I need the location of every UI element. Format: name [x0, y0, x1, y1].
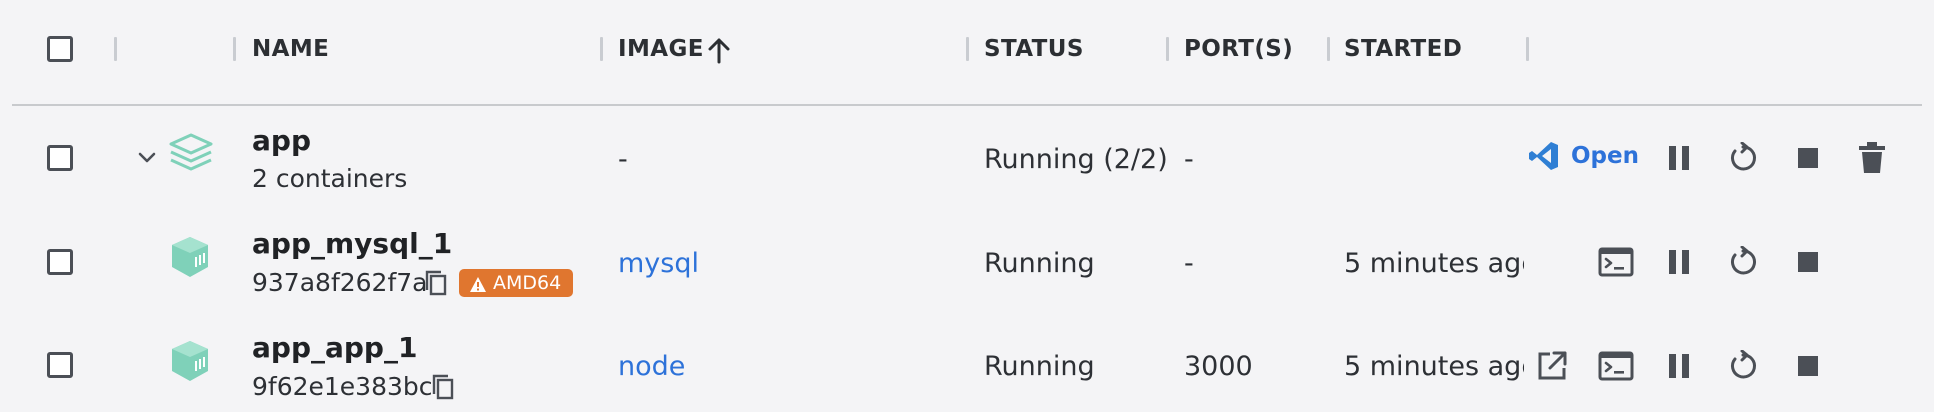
pause-icon[interactable] — [1659, 242, 1699, 282]
arch-warning-badge: AMD64 — [459, 269, 574, 297]
container-name[interactable]: app_mysql_1 — [252, 227, 452, 260]
stop-icon[interactable] — [1788, 242, 1828, 282]
column-header-name[interactable]: NAME — [252, 36, 329, 62]
container-count: 2 containers — [252, 164, 408, 193]
column-header-status[interactable]: STATUS — [984, 36, 1084, 62]
column-separator[interactable] — [233, 37, 236, 61]
pause-icon[interactable] — [1659, 346, 1699, 386]
pause-icon[interactable] — [1659, 138, 1699, 178]
restart-icon[interactable] — [1723, 346, 1763, 386]
column-separator[interactable] — [114, 37, 117, 61]
vscode-icon — [1527, 139, 1561, 173]
copy-icon[interactable] — [431, 374, 455, 402]
copy-icon[interactable] — [424, 270, 448, 298]
row-checkbox[interactable] — [47, 249, 73, 275]
select-all-checkbox[interactable] — [47, 36, 73, 62]
trash-icon[interactable] — [1852, 138, 1892, 178]
status-cell: Running (2/2) — [984, 144, 1168, 175]
column-header-ports[interactable]: PORT(S) — [1184, 36, 1293, 62]
column-separator[interactable] — [1526, 37, 1529, 61]
warning-icon — [469, 274, 487, 292]
image-link[interactable]: node — [618, 351, 685, 382]
column-separator[interactable] — [600, 37, 603, 61]
status-cell: Running — [984, 351, 1095, 382]
terminal-icon[interactable] — [1596, 346, 1636, 386]
column-header-image[interactable]: IMAGE — [618, 36, 704, 62]
started-cell: 5 minutes agc — [1344, 351, 1524, 382]
terminal-icon[interactable] — [1596, 242, 1636, 282]
header-divider — [12, 104, 1922, 106]
ports-cell: - — [1184, 248, 1194, 279]
container-icon — [168, 235, 212, 279]
row-checkbox[interactable] — [47, 352, 73, 378]
container-icon — [168, 339, 212, 383]
stop-icon[interactable] — [1788, 346, 1828, 386]
status-cell: Running — [984, 248, 1095, 279]
container-name[interactable]: app_app_1 — [252, 331, 417, 364]
restart-icon[interactable] — [1723, 242, 1763, 282]
ports-cell[interactable]: 3000 — [1184, 351, 1253, 382]
chevron-down-icon[interactable] — [137, 150, 157, 166]
container-name[interactable]: app — [252, 124, 311, 157]
column-header-started[interactable]: STARTED — [1344, 36, 1462, 62]
open-in-vscode-button[interactable]: Open — [1527, 139, 1639, 173]
ports-cell: - — [1184, 144, 1194, 175]
image-cell: - — [618, 144, 628, 175]
column-separator[interactable] — [1166, 37, 1169, 61]
external-link-icon[interactable] — [1532, 346, 1572, 386]
badge-label: AMD64 — [493, 272, 562, 294]
open-label: Open — [1571, 143, 1639, 169]
stop-icon[interactable] — [1788, 138, 1828, 178]
started-cell: 5 minutes agc — [1344, 248, 1524, 279]
row-checkbox[interactable] — [47, 145, 73, 171]
container-id: 9f62e1e383bc — [252, 372, 433, 401]
restart-icon[interactable] — [1723, 138, 1763, 178]
column-separator[interactable] — [966, 37, 969, 61]
image-link[interactable]: mysql — [618, 248, 699, 279]
arrow-up-icon[interactable] — [706, 36, 732, 64]
column-separator[interactable] — [1327, 37, 1330, 61]
stack-icon — [168, 132, 214, 174]
container-id: 937a8f262f7a — [252, 268, 428, 297]
